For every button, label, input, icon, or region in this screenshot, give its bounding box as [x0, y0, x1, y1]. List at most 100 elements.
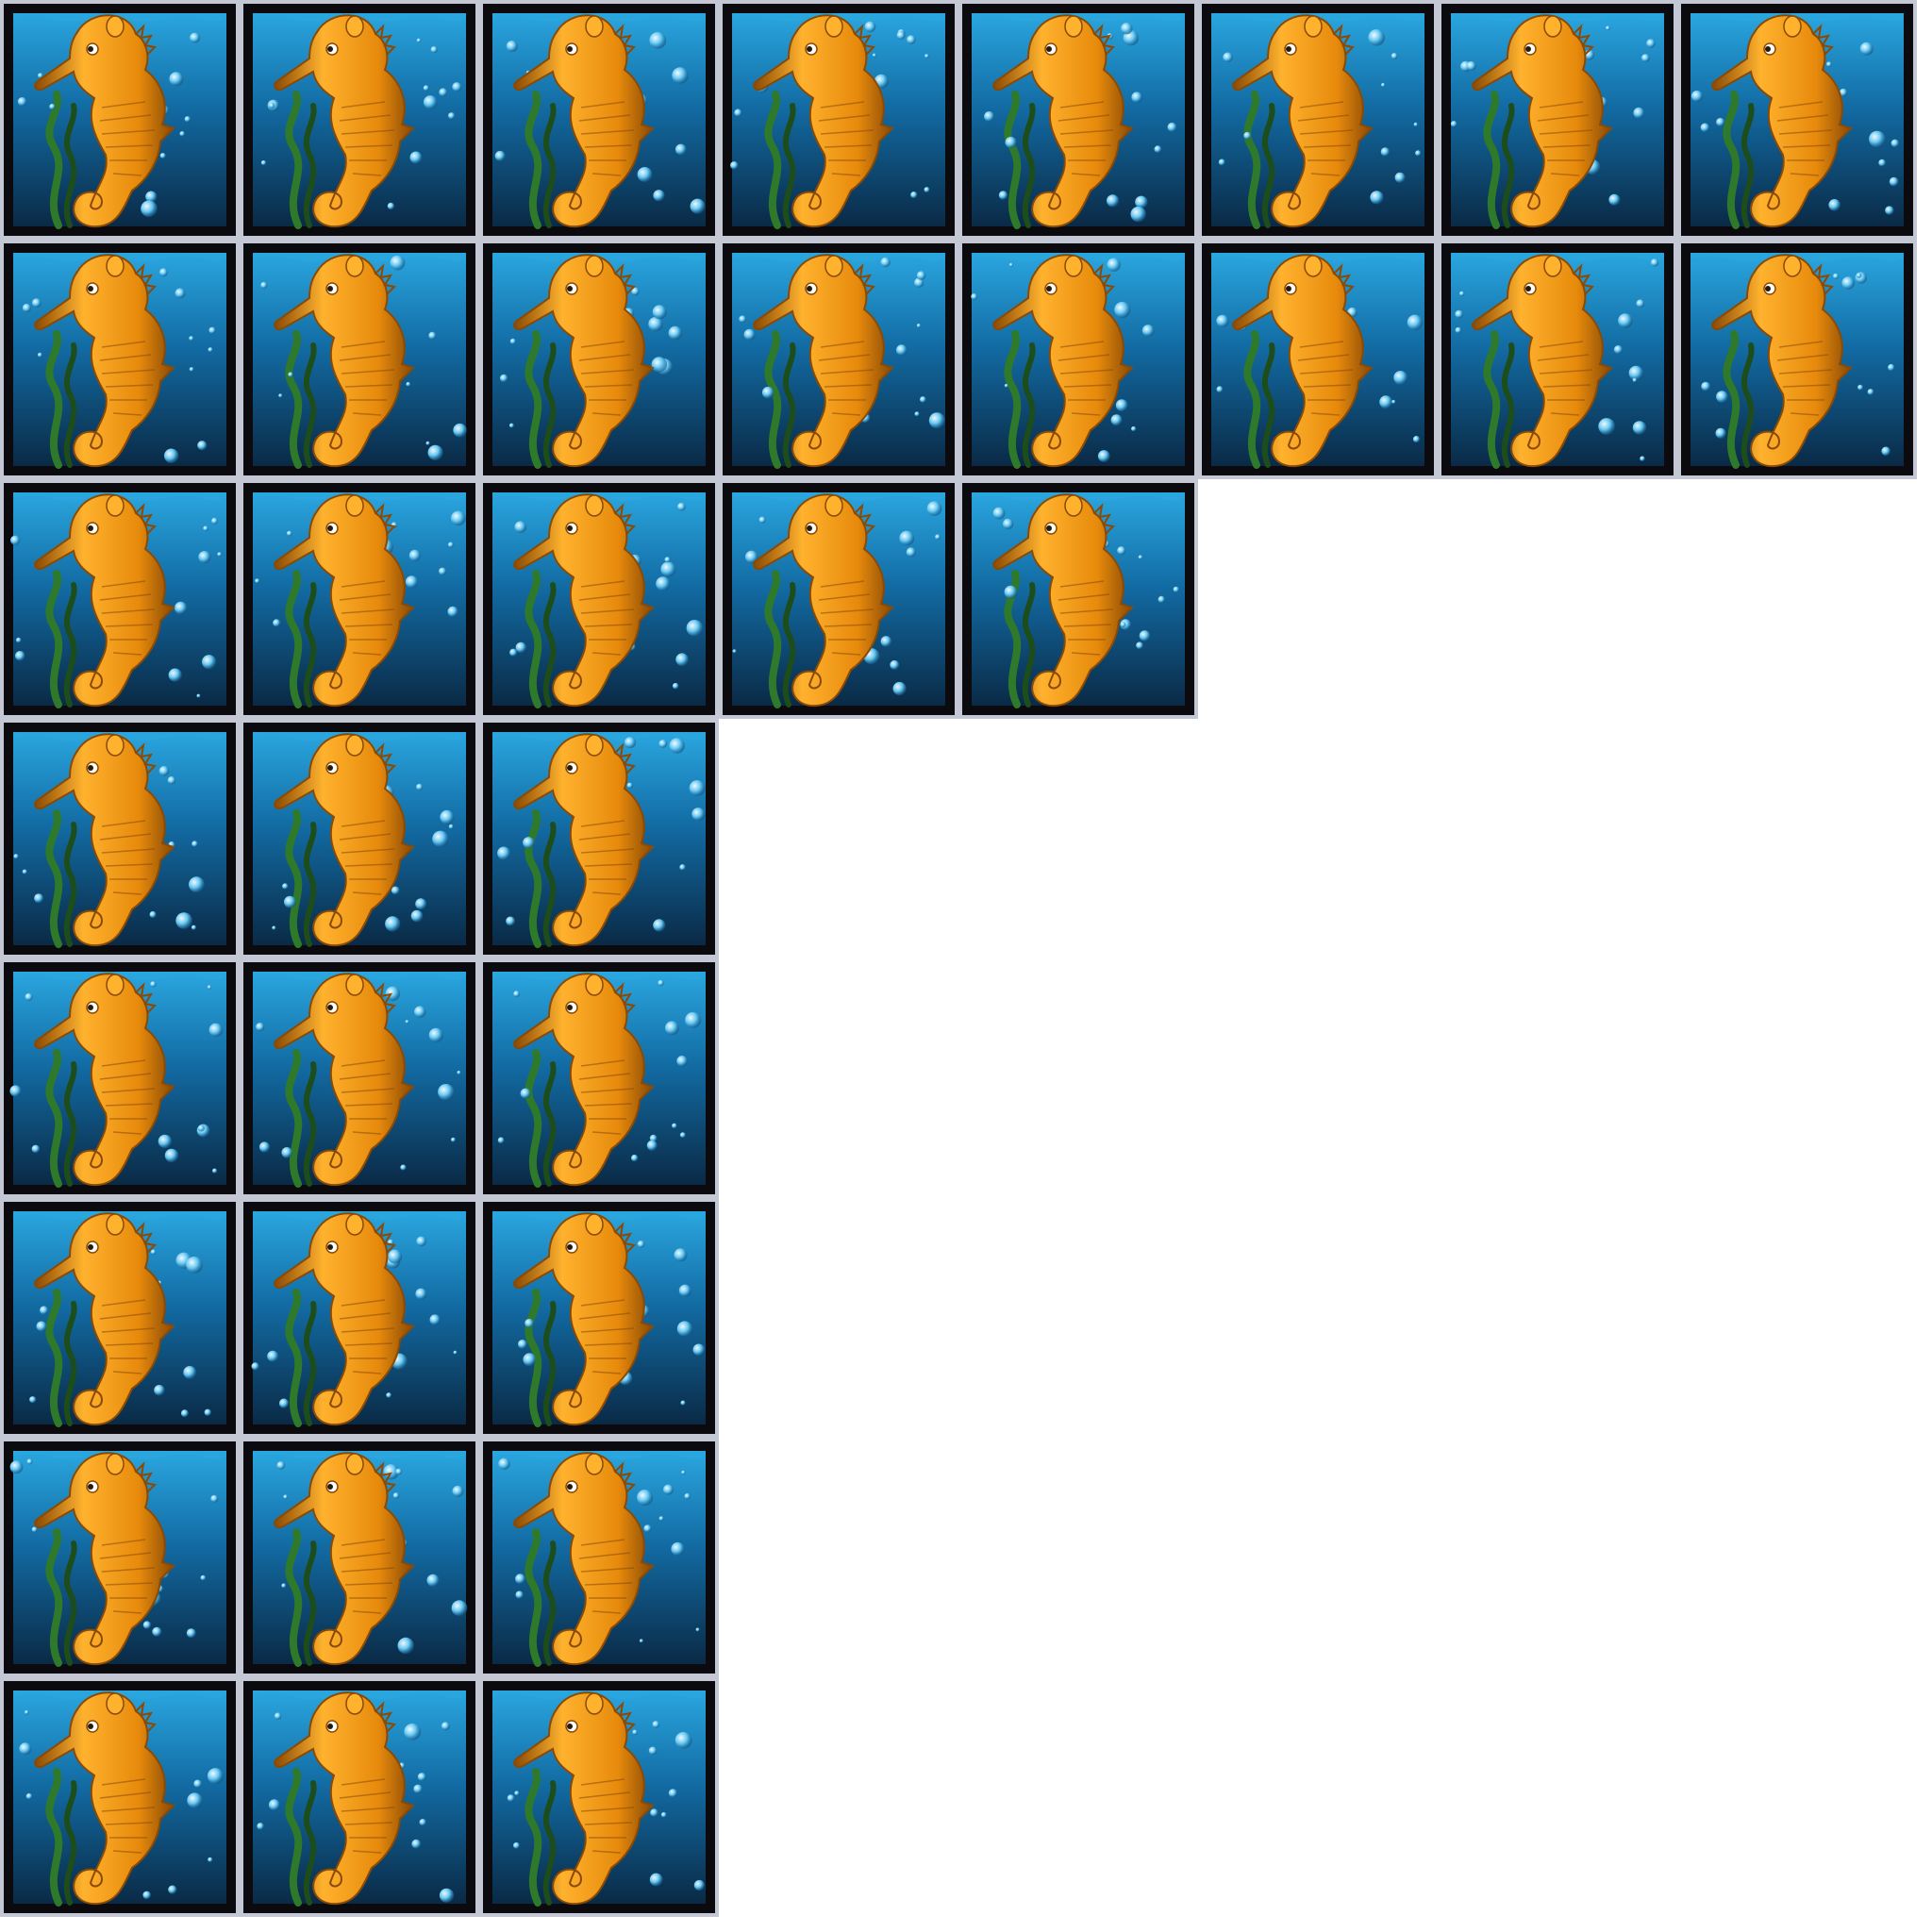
seahorse-tile [1441, 243, 1674, 475]
bubble [998, 191, 1008, 200]
bubble [653, 919, 666, 932]
seahorse-tile [4, 483, 236, 715]
bubble [660, 1811, 667, 1818]
bubble [1004, 383, 1008, 388]
bubble [514, 1790, 520, 1796]
bubble [506, 41, 518, 52]
bubble [693, 1879, 705, 1891]
bubble [268, 1799, 280, 1811]
bubble [428, 1027, 443, 1042]
bubble [672, 67, 689, 84]
bubble [500, 374, 508, 383]
bubble [208, 1857, 213, 1862]
bubble [914, 411, 920, 417]
seahorse-tile [483, 723, 715, 955]
bubble [1701, 381, 1711, 391]
bubble [288, 372, 293, 377]
sprite-cell [0, 0, 240, 240]
bubble [523, 1353, 537, 1367]
bubble [210, 1494, 219, 1503]
bubble [658, 740, 668, 748]
seahorse-tile [962, 483, 1194, 715]
bubble [514, 521, 526, 533]
bubble [1606, 25, 1610, 31]
bubble [494, 150, 506, 161]
seahorse-tile [483, 1202, 715, 1434]
seahorse-tile [962, 243, 1194, 475]
bubble [26, 1458, 33, 1465]
bubble [513, 1841, 520, 1849]
bubble [168, 1885, 177, 1894]
bubble [506, 916, 515, 926]
bubble [154, 1385, 165, 1396]
bubble [1370, 191, 1384, 205]
bubble [411, 1839, 422, 1849]
bubble [268, 102, 275, 109]
sprite-cell [240, 479, 479, 719]
bubble [679, 864, 686, 871]
bubble [498, 1457, 510, 1470]
bubble [1121, 23, 1133, 35]
bubble [1110, 414, 1123, 426]
seahorse-tile [243, 1441, 475, 1674]
bubble [31, 298, 42, 308]
bubble [198, 551, 211, 564]
bubble [256, 1023, 265, 1032]
sprite-cell [0, 479, 240, 719]
bubble [36, 1321, 47, 1332]
bubble [1826, 61, 1832, 68]
sprite-cell [240, 1677, 479, 1917]
bubble [175, 288, 186, 299]
sprite-cell [1198, 0, 1438, 240]
sprite-cell [1677, 240, 1917, 479]
bubble [928, 412, 945, 429]
bubble [164, 1148, 179, 1163]
bubble [208, 347, 213, 353]
bubble [690, 198, 706, 214]
bubble [665, 1021, 679, 1036]
bubble [448, 824, 454, 829]
seahorse-tile [4, 4, 236, 236]
bubble [1131, 425, 1137, 432]
bubble [916, 324, 922, 328]
bubble [430, 46, 438, 54]
bubble [1628, 365, 1643, 381]
bubble [880, 257, 891, 268]
bubble [388, 1249, 403, 1264]
bubble [204, 1408, 211, 1416]
bubble [1632, 421, 1647, 435]
seahorse-tile [483, 962, 715, 1194]
bubble [34, 893, 44, 904]
bubble [872, 53, 876, 58]
bubble [1141, 325, 1155, 337]
bubble [695, 1627, 700, 1632]
bubble [648, 316, 663, 332]
bubble [196, 693, 201, 698]
bubble [689, 780, 706, 796]
seahorse-tile [483, 4, 715, 236]
bubble [416, 1236, 426, 1247]
bubble [1005, 136, 1017, 149]
bubble [671, 1541, 685, 1557]
bubble [1716, 117, 1725, 127]
sprite-cell [479, 240, 719, 479]
sprite-cell [719, 240, 958, 479]
bubble [31, 1144, 41, 1154]
bubble [518, 1340, 527, 1349]
bubble [273, 619, 281, 627]
bubble [22, 869, 27, 874]
bubble [149, 910, 157, 919]
sprite-cell [1438, 0, 1677, 240]
bubble [1455, 309, 1464, 319]
seahorse-tile [4, 962, 236, 1194]
bubble [890, 659, 900, 670]
bubble [632, 1729, 638, 1736]
seahorse-tile [243, 483, 475, 715]
bubble [168, 668, 182, 682]
bubble [413, 1784, 423, 1794]
sprite-cell [479, 1438, 719, 1677]
bubble [663, 1484, 674, 1495]
bubble [142, 1890, 151, 1900]
bubble [452, 1485, 464, 1497]
bubble [180, 1409, 189, 1418]
